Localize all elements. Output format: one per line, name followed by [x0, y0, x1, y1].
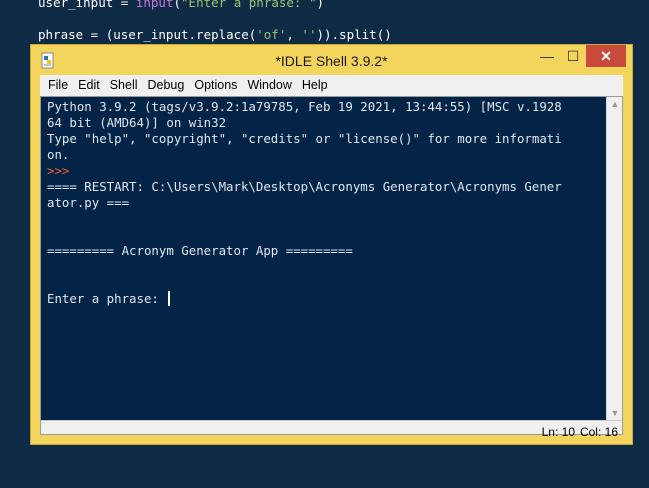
shell-input-line[interactable]: Enter a phrase:	[47, 291, 610, 307]
menu-edit[interactable]: Edit	[73, 75, 105, 96]
minimize-button[interactable]: —	[534, 45, 560, 67]
shell-line: ========= Acronym Generator App ========…	[47, 243, 353, 258]
menu-bar: File Edit Shell Debug Options Window Help	[40, 75, 623, 96]
scroll-up-icon[interactable]: ▲	[607, 99, 623, 109]
status-column-number: Col: 16	[579, 425, 618, 439]
shell-line: Python 3.9.2 (tags/v3.9.2:1a79785, Feb 1…	[47, 99, 562, 114]
editor-line-2: phrase = (user_input.replace('of', '')).…	[38, 27, 392, 43]
code-text: phrase = (user_input.replace(	[38, 27, 257, 42]
shell-prompt: >>>	[47, 163, 70, 178]
vertical-scrollbar[interactable]: ▲ ▼	[606, 97, 622, 420]
text-cursor	[168, 291, 171, 306]
code-builtin: input	[135, 0, 174, 10]
code-text: ,	[286, 27, 302, 42]
shell-line: Type "help", "copyright", "credits" or "…	[47, 131, 562, 146]
shell-line: 64 bit (AMD64)] on win32	[47, 115, 227, 130]
code-text: user_input =	[38, 0, 136, 10]
code-string: ''	[301, 27, 317, 42]
menu-options[interactable]: Options	[189, 75, 242, 96]
maximize-button[interactable]: ☐	[560, 45, 586, 67]
status-line-number: Ln: 10	[541, 425, 575, 439]
title-bar[interactable]: *IDLE Shell 3.9.2* — ☐ ✕	[31, 45, 632, 77]
code-text: (	[173, 0, 182, 10]
shell-line: on.	[47, 147, 70, 162]
shell-line: ator.py ===	[47, 195, 130, 210]
close-button[interactable]: ✕	[586, 45, 626, 67]
input-prompt-text: Enter a phrase:	[47, 291, 167, 306]
code-text: )	[316, 0, 325, 10]
shell-line: ==== RESTART: C:\Users\Mark\Desktop\Acro…	[47, 179, 562, 194]
editor-line-1: user_input = input("Enter a phrase: ")	[38, 0, 324, 11]
menu-shell[interactable]: Shell	[105, 75, 143, 96]
menu-help[interactable]: Help	[297, 75, 333, 96]
shell-client-area: Python 3.9.2 (tags/v3.9.2:1a79785, Feb 1…	[40, 96, 623, 439]
menu-debug[interactable]: Debug	[143, 75, 190, 96]
code-string: 'of'	[256, 27, 287, 42]
menu-file[interactable]: File	[40, 75, 73, 96]
shell-text-area[interactable]: Python 3.9.2 (tags/v3.9.2:1a79785, Feb 1…	[41, 97, 610, 420]
code-text: )).split()	[316, 27, 392, 42]
idle-shell-window: *IDLE Shell 3.9.2* — ☐ ✕ File Edit Shell De…	[30, 44, 633, 445]
status-bar: Ln: 10 Col: 16	[41, 420, 622, 439]
scroll-down-icon[interactable]: ▼	[607, 408, 623, 418]
menu-window[interactable]: Window	[242, 75, 296, 96]
code-string: "Enter a phrase: "	[181, 0, 317, 10]
